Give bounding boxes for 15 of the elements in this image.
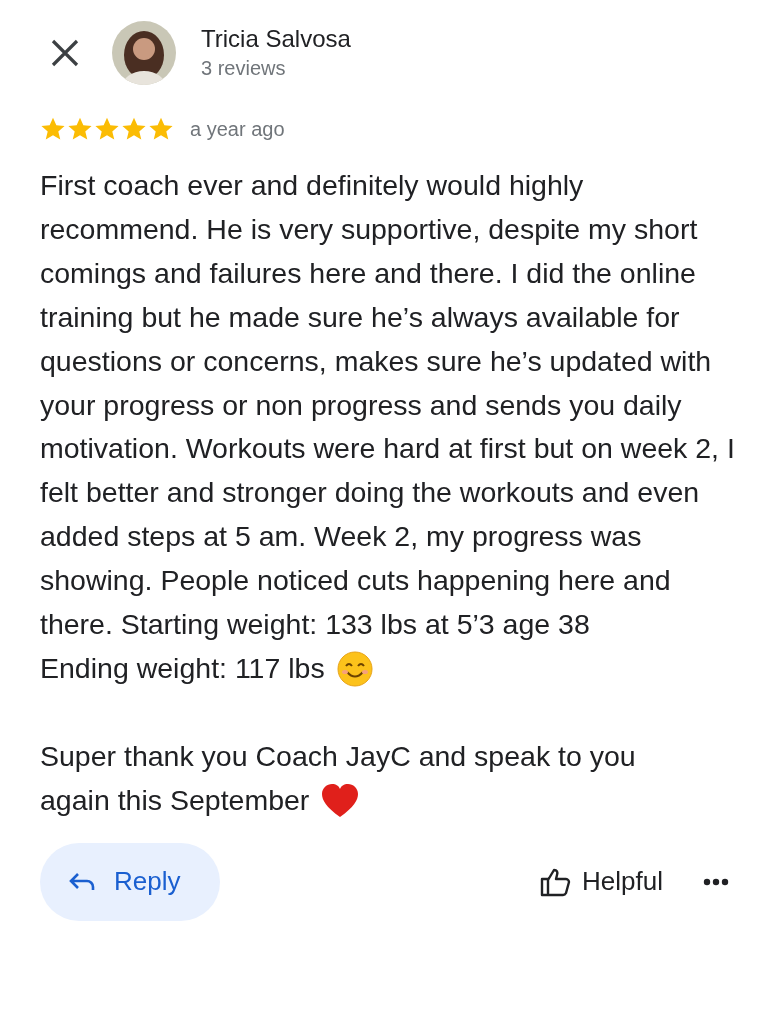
review-text: Super thank you Coach JayC and speak to you bbox=[40, 738, 636, 774]
heart-icon bbox=[321, 782, 360, 819]
review-text: First coach ever and definitely would highly recommend. He is very supportive, despite my short comings and failures here and there. I did the online training but he made sure he’s always available for questions or concerns, makes sure he’s updated with your progress or non progress and sends you daily motivation. Workouts were hard at first but on week 2, I felt better and stronger doing the workouts and even added steps at 5 am. Week 2, my progress was showing. People noticed cuts happening here and there. Starting weight: 133 lbs at 5’3 age 38 bbox=[40, 168, 736, 643]
reply-button[interactable]: Reply bbox=[40, 842, 221, 921]
thumbs-up-icon bbox=[540, 866, 573, 897]
close-icon bbox=[50, 38, 80, 68]
review-date: a year ago bbox=[190, 117, 285, 141]
helpful-button[interactable]: Helpful bbox=[540, 866, 663, 898]
smiling-face-icon bbox=[336, 650, 373, 687]
review-count: 3 reviews bbox=[201, 56, 287, 81]
reply-arrow-icon bbox=[68, 870, 96, 893]
reviewer-name: Tricia Salvosa bbox=[201, 24, 351, 54]
review-text: Ending weight: 117 lbs bbox=[40, 650, 325, 686]
review-text: again this September bbox=[40, 782, 310, 818]
more-icon bbox=[703, 877, 729, 886]
